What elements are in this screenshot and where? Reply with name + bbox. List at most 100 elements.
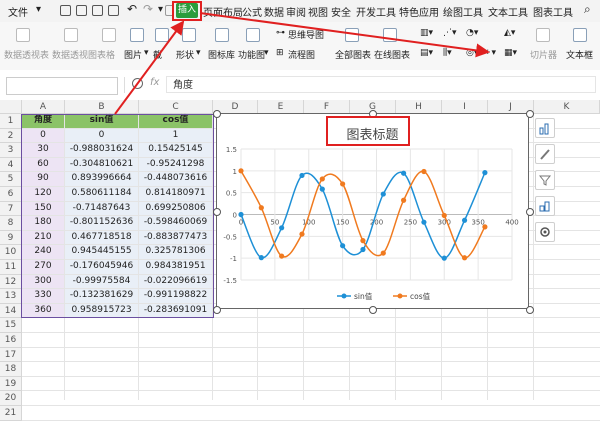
row-header[interactable]: 11 [0,260,22,275]
icon-library-icon[interactable] [215,28,229,42]
save-icon[interactable] [76,5,87,16]
textbox-button[interactable]: 文本框 [566,48,593,61]
resize-handle[interactable] [526,110,534,118]
all-charts-icon[interactable] [345,28,359,42]
resize-handle[interactable] [213,208,221,216]
tab-formula[interactable]: 公式 [242,4,262,19]
chart-elements-icon[interactable] [535,118,555,138]
tab-view[interactable]: 视图 [308,4,328,19]
row-header[interactable]: 18 [0,362,22,377]
stock-chart-icon[interactable]: ⫼▾ [443,48,452,58]
tab-drawing-tools[interactable]: 绘图工具 [443,4,483,19]
row-header[interactable]: 3 [0,143,22,158]
tab-data[interactable]: 数据 [264,4,284,19]
row-header[interactable]: 5 [0,172,22,187]
chart-settings-icon[interactable] [535,196,555,216]
select-all-corner[interactable] [0,100,22,114]
column-header-c[interactable]: C [139,100,213,114]
online-charts-button[interactable]: 在线图表 [374,48,410,61]
table-icon[interactable] [102,28,116,42]
column-header-a[interactable]: A [22,100,65,114]
chevron-down-icon[interactable]: ▾ [144,48,149,58]
column-chart-icon[interactable]: ▥▾ [420,28,433,38]
column-header-b[interactable]: B [65,100,139,114]
row-header[interactable]: 14 [0,303,22,319]
row-header[interactable]: 12 [0,274,22,290]
column-header-k[interactable]: K [534,100,600,114]
screenshot-button[interactable]: 截 [153,48,162,61]
tab-text-tools[interactable]: 文本工具 [488,4,528,19]
row-header[interactable]: 13 [0,289,22,304]
row-header[interactable]: 1 [0,114,22,129]
redo-icon[interactable]: ↷ [143,2,153,16]
zoom-icon[interactable] [132,78,143,89]
print-icon[interactable] [108,5,119,16]
pivot-table-button[interactable]: 数据透视表 [4,48,49,61]
chevron-down-icon[interactable]: ▾ [196,48,201,58]
resize-handle[interactable] [526,306,534,314]
line-chart-icon[interactable]: ⋰▾ [443,28,457,38]
column-header-f[interactable]: F [304,100,350,114]
chevron-down-icon[interactable]: ▾ [36,4,41,15]
undo-icon[interactable]: ↶ [127,2,137,16]
name-box[interactable] [6,77,118,95]
row-header[interactable]: 7 [0,201,22,217]
chart-style-icon[interactable] [535,144,555,164]
column-header-h[interactable]: H [396,100,442,114]
resize-handle[interactable] [213,110,221,118]
tab-page-layout[interactable]: 页面布局 [203,4,243,19]
chevron-down-icon[interactable]: ▾ [158,4,163,15]
screenshot-icon[interactable] [155,28,169,42]
resize-handle[interactable] [213,306,221,314]
row-header[interactable]: 16 [0,333,22,348]
tab-review[interactable]: 审阅 [286,4,306,19]
row-header[interactable]: 4 [0,157,22,173]
slicer-button[interactable]: 切片器 [530,48,557,61]
picture-icon[interactable] [130,28,144,42]
pie-chart-icon[interactable]: ◔▾ [466,28,478,38]
picture-button[interactable]: 图片 [124,48,142,61]
mind-map-button[interactable]: 思维导图 [288,28,324,41]
resize-handle[interactable] [369,306,377,314]
pivot-chart-icon[interactable] [64,28,78,42]
menu-file[interactable]: 文件 [8,4,28,19]
print-preview-icon[interactable] [92,5,103,16]
column-header-i[interactable]: I [442,100,488,114]
flowchart-button[interactable]: 流程图 [288,48,315,61]
slicer-icon[interactable] [536,28,550,42]
textbox-icon[interactable] [573,28,587,42]
bar-chart-icon[interactable]: ▤▾ [420,48,433,58]
row-header[interactable]: 2 [0,128,22,144]
chevron-down-icon[interactable]: ▾ [264,48,269,58]
row-header[interactable]: 19 [0,376,22,392]
function-chart-button[interactable]: 功能图 [238,48,265,61]
column-header-e[interactable]: E [258,100,304,114]
tab-special-apps[interactable]: 特色应用 [399,4,439,19]
tab-security[interactable]: 安全 [331,4,351,19]
row-header[interactable]: 20 [0,391,22,406]
radar-chart-icon[interactable]: ◎▾ [466,48,478,58]
function-chart-icon[interactable] [246,28,260,42]
other-chart-icon[interactable]: ▦▾ [504,48,517,58]
chart-filter-icon[interactable] [535,170,555,190]
folder-icon[interactable] [60,5,71,16]
row-header[interactable]: 21 [0,406,22,421]
icon-library-button[interactable]: 图标库 [208,48,235,61]
row-header[interactable]: 17 [0,347,22,363]
all-charts-button[interactable]: 全部图表 [335,48,371,61]
row-header[interactable]: 10 [0,245,22,260]
shapes-icon[interactable] [182,28,196,42]
online-charts-icon[interactable] [383,28,397,42]
tab-chart-tools[interactable]: 图表工具 [533,4,573,19]
search-icon[interactable]: ⌕ [584,2,591,17]
row-header[interactable]: 6 [0,187,22,202]
formula-input[interactable]: 角度 [166,76,596,93]
tab-developer[interactable]: 开发工具 [356,4,396,19]
row-header[interactable]: 9 [0,230,22,246]
row-header[interactable]: 15 [0,318,22,333]
pivot-table-icon[interactable] [16,28,30,42]
shapes-button[interactable]: 形状 [176,48,194,61]
scatter-chart-icon[interactable]: ⁘▾ [484,48,496,58]
gear-icon[interactable] [535,222,555,242]
pivot-chart-button[interactable]: 数据透视图 [52,48,97,61]
